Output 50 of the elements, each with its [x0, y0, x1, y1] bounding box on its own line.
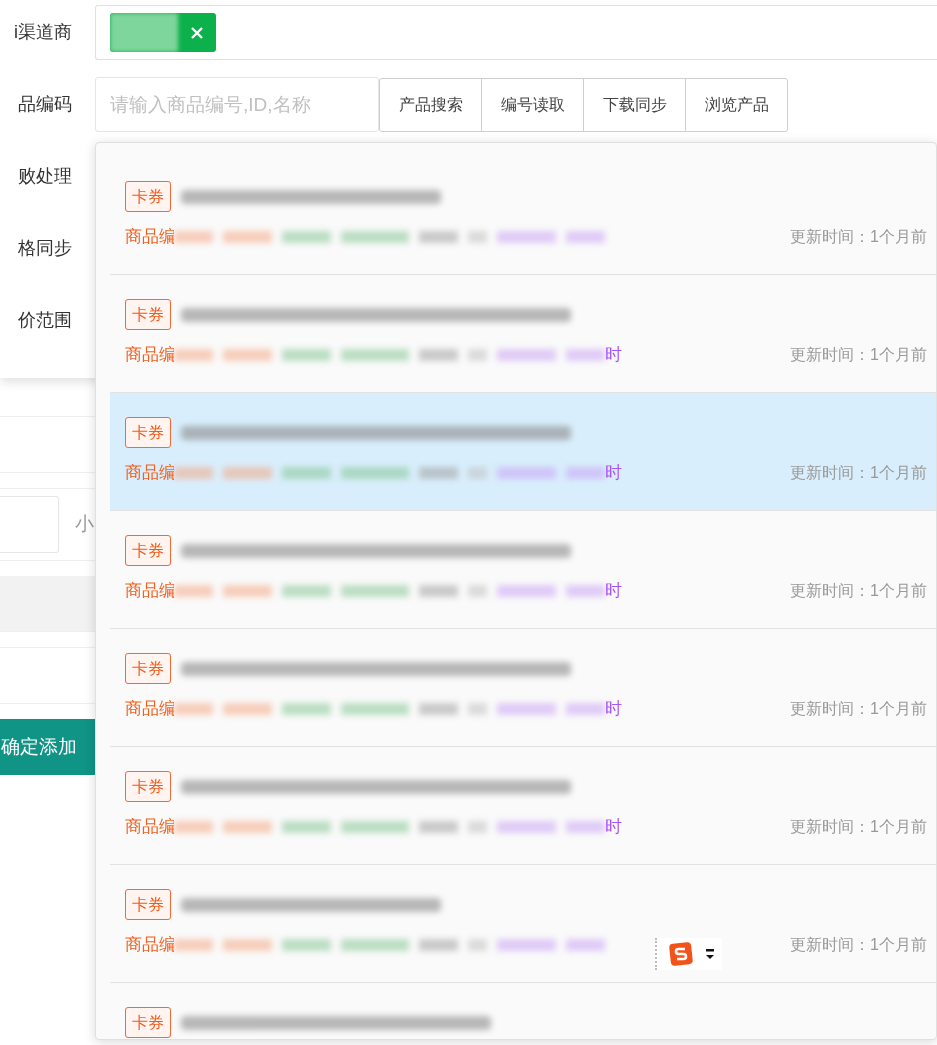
close-icon: [191, 26, 203, 39]
category-tag: 卡券: [125, 417, 171, 449]
product-code-input[interactable]: 请输入商品编号,ID,名称: [95, 77, 379, 132]
result-item[interactable]: 卡券 商品编 时 更新时间：1个月前: [110, 629, 936, 747]
action-button[interactable]: 下载同步: [583, 77, 686, 132]
product-code-label: 商品编: [125, 462, 174, 485]
category-tag: 卡券: [125, 771, 171, 803]
update-time: 更新时间：1个月前: [790, 581, 927, 601]
form-label: 价范围: [17, 309, 72, 332]
category-tag: 卡券: [125, 1007, 171, 1038]
channel-select-field[interactable]: [95, 5, 937, 60]
update-time: 更新时间：1个月前: [790, 345, 927, 365]
unit-text: 小: [75, 512, 94, 537]
code-suffix-text: 时: [605, 698, 622, 721]
product-code-label: 商品编: [125, 698, 174, 721]
update-time: 更新时间：1个月前: [790, 699, 927, 719]
code-suffix-text: 时: [605, 344, 622, 367]
product-code-label: 商品编: [125, 344, 174, 367]
form-label: i渠道商: [13, 21, 72, 44]
update-time: 更新时间：1个月前: [790, 227, 927, 247]
ime-toolbar-drawing[interactable]: [655, 938, 722, 970]
category-tag: 卡券: [125, 653, 171, 685]
category-tag: 卡券: [125, 181, 171, 213]
category-tag: 卡券: [125, 889, 171, 921]
update-time: 更新时间：1个月前: [790, 935, 927, 955]
update-time: 更新时间：1个月前: [790, 463, 927, 483]
action-button[interactable]: 编号读取: [481, 77, 584, 132]
code-suffix-text: 时: [605, 816, 622, 839]
confirm-add-button[interactable]: 确定添加: [0, 719, 95, 775]
category-tag: 卡券: [125, 299, 171, 331]
code-suffix-text: 时: [605, 580, 622, 603]
result-item[interactable]: 卡券 商品编 时 更新时间：1个月前: [110, 511, 936, 629]
input-field[interactable]: [0, 496, 59, 553]
action-button[interactable]: 产品搜索: [379, 77, 482, 132]
form-label: 格同步: [17, 237, 72, 260]
result-item[interactable]: 卡券 商品编 时 更新时间：1个月前: [110, 747, 936, 865]
blurred-tag-text: [110, 13, 178, 52]
result-item[interactable]: 卡券 商品编 更新时间：1个月前: [110, 157, 936, 275]
update-time: 更新时间：1个月前: [790, 817, 927, 837]
code-suffix-text: 时: [605, 462, 622, 485]
category-tag: 卡券: [125, 535, 171, 567]
product-code-label: 商品编: [125, 226, 174, 249]
product-code-label: 商品编: [125, 580, 174, 603]
form-label: 败处理: [17, 165, 72, 188]
result-item[interactable]: 卡券 商品编 时 更新时间：1个月前: [110, 275, 936, 393]
action-button[interactable]: 浏览产品: [685, 77, 788, 132]
result-item[interactable]: 卡券 商品编 时 更新时间：1个月前: [110, 393, 936, 511]
product-code-label: 商品编: [125, 934, 174, 957]
product-code-label: 商品编: [125, 816, 174, 839]
form-label: 品编码: [17, 93, 72, 116]
